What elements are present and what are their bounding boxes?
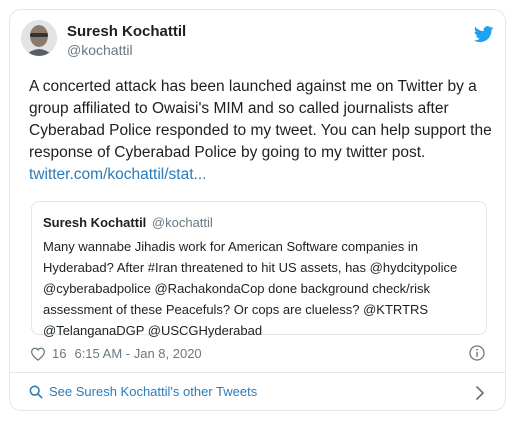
quoted-author: Suresh Kochattil @kochattil [43, 215, 213, 230]
embedded-tweet-card: Suresh Kochattil @kochattil A concerted … [9, 9, 506, 411]
info-icon[interactable] [469, 345, 485, 361]
tweet-text: A concerted attack has been launched aga… [29, 76, 494, 186]
tweet-timestamp[interactable]: 6:15 AM - Jan 8, 2020 [74, 346, 201, 361]
tweet-link[interactable]: twitter.com/kochattil/stat... [29, 166, 206, 183]
like-count[interactable]: 16 [52, 346, 66, 361]
chevron-right-icon[interactable] [475, 386, 485, 400]
avatar[interactable] [21, 20, 57, 56]
quoted-tweet[interactable]: Suresh Kochattil @kochattil Many wannabe… [31, 201, 487, 338]
twitter-bird-icon[interactable] [474, 26, 494, 43]
see-more-tweets-link[interactable]: See Suresh Kochattil's other Tweets [29, 384, 257, 399]
divider [10, 372, 505, 373]
search-icon [29, 385, 43, 398]
quoted-author-name: Suresh Kochattil [43, 215, 147, 230]
author-name[interactable]: Suresh Kochattil [67, 23, 186, 40]
quoted-tweet-text: Many wannabe Jihadis work for American S… [43, 239, 458, 338]
heart-icon[interactable] [30, 347, 46, 361]
see-more-tweets-label: See Suresh Kochattil's other Tweets [49, 384, 258, 399]
author-handle[interactable]: @kochattil [67, 42, 133, 58]
tweet-meta: 16 6:15 AM - Jan 8, 2020 [30, 346, 202, 361]
tweet-body: A concerted attack has been launched aga… [29, 78, 492, 161]
quoted-author-handle: @kochattil [151, 215, 213, 230]
